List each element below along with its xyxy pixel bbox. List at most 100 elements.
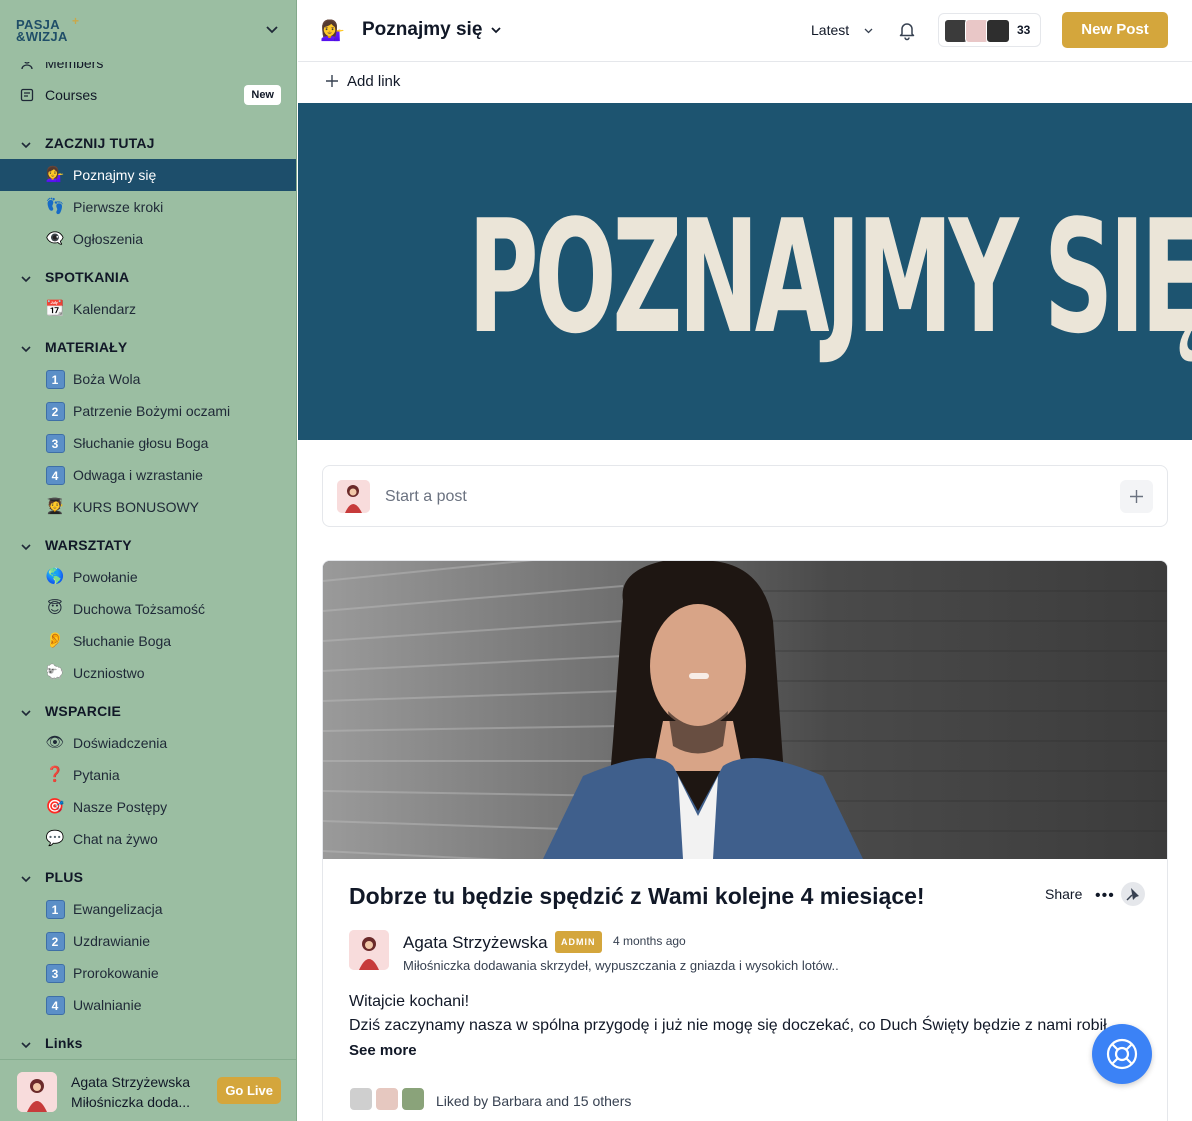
emoji-icon: 👣 xyxy=(45,198,65,215)
emoji-icon: 👁‍🗨 xyxy=(45,230,65,247)
sidebar-section-header[interactable]: WARSZTATY xyxy=(0,531,296,559)
chevron-down-icon xyxy=(20,138,32,150)
courses-icon xyxy=(20,88,34,102)
start-post-placeholder[interactable]: Start a post xyxy=(385,488,467,506)
emoji-icon: 💬 xyxy=(45,830,65,847)
post-body-line: Witajcie kochani! xyxy=(349,993,470,1010)
sidebar-item-label: Duchowa Tożsamość xyxy=(73,601,206,617)
pinned-post-card: Dobrze tu będzie spędzić z Wami kolejne … xyxy=(322,560,1168,1121)
sidebar-user-footer: Agata Strzyżewska Miłośniczka doda... Go… xyxy=(0,1059,296,1121)
sidebar-item[interactable]: 🧑‍🎓 KURS BONUSOWY xyxy=(0,491,296,523)
avatar xyxy=(375,1087,399,1111)
section-title: PLUS xyxy=(45,869,84,885)
number-icon: 3 xyxy=(45,964,65,983)
sidebar-item-label: Odwaga i wzrastanie xyxy=(73,467,203,483)
chevron-down-icon xyxy=(20,1038,32,1050)
sidebar-scroll-area: Members Courses New ZACZNIJ TUTAJ 💁‍♀️ Poznaj… xyxy=(0,0,296,1058)
sidebar-item[interactable]: 🎯 Nasze Postępy xyxy=(0,791,296,823)
sidebar-item-label: Pierwsze kroki xyxy=(73,199,164,215)
emoji-icon: 🧑‍🎓 xyxy=(45,498,65,515)
sidebar-item[interactable]: 👁 Doświadczenia xyxy=(0,727,296,759)
section-title: WSPARCIE xyxy=(45,703,122,719)
see-more-link[interactable]: See more xyxy=(349,1042,417,1059)
post-composer[interactable]: Start a post xyxy=(322,465,1168,527)
sidebar-item-label: Poznajmy się xyxy=(73,167,157,183)
sidebar-item-label: Uczniostwo xyxy=(73,665,145,681)
chevron-down-icon[interactable] xyxy=(490,24,502,36)
post-timestamp[interactable]: 4 months ago xyxy=(613,934,686,948)
sidebar-item-label: Chat na żywo xyxy=(73,831,158,847)
sidebar-item[interactable]: 1 Ewangelizacja xyxy=(0,893,296,925)
sidebar-item[interactable]: 2 Patrzenie Bożymi oczami xyxy=(0,395,296,427)
sidebar-section-header[interactable]: Links xyxy=(0,1029,296,1057)
bell-icon[interactable] xyxy=(896,19,918,41)
number-icon: 1 xyxy=(45,370,65,389)
sidebar-item[interactable]: 💬 Chat na żywo xyxy=(0,823,296,855)
sidebar-item[interactable]: 1 Boża Wola xyxy=(0,363,296,395)
sidebar-item-label: KURS BONUSOWY xyxy=(73,499,200,515)
post-cover-image[interactable] xyxy=(323,561,1167,859)
footer-user-subtitle: Miłośniczka doda... xyxy=(71,1094,191,1110)
emoji-icon: 👂 xyxy=(45,632,65,649)
sidebar-section-header[interactable]: SPOTKANIA xyxy=(0,263,296,291)
sidebar-item-courses[interactable]: Courses New xyxy=(0,79,296,111)
author-bio: Miłośniczka dodawania skrzydeł, wypuszcz… xyxy=(403,958,839,973)
post-title[interactable]: Dobrze tu będzie spędzić z Wami kolejne … xyxy=(349,883,925,910)
space-header: 💁‍♀️ Poznajmy się Latest 33 New Post xyxy=(298,0,1192,62)
chevron-down-icon xyxy=(20,872,32,884)
sidebar-item-label: Uwalnianie xyxy=(73,997,142,1013)
chevron-down-icon[interactable] xyxy=(265,22,279,36)
plus-icon xyxy=(1130,490,1143,503)
sidebar-item[interactable]: 😇 Duchowa Tożsamość xyxy=(0,593,296,625)
sidebar-item[interactable]: 🐑 Uczniostwo xyxy=(0,657,296,689)
emoji-icon: 👁 xyxy=(45,734,65,751)
sidebar-item[interactable]: 💁‍♀️ Poznajmy się xyxy=(0,159,296,191)
share-button[interactable]: Share xyxy=(1045,886,1082,902)
sidebar-section-header[interactable]: MATERIAŁY xyxy=(0,333,296,361)
chevron-down-icon[interactable] xyxy=(864,26,873,35)
section-title: SPOTKANIA xyxy=(45,269,130,285)
sidebar-item[interactable]: 4 Uwalnianie xyxy=(0,989,296,1021)
sidebar-item[interactable]: 🌎 Powołanie xyxy=(0,561,296,593)
sidebar-section-header[interactable]: PLUS xyxy=(0,863,296,891)
footer-user-name[interactable]: Agata Strzyżewska xyxy=(71,1074,190,1090)
page-title[interactable]: Poznajmy się xyxy=(362,19,482,41)
sidebar-section-header[interactable]: WSPARCIE xyxy=(0,697,296,725)
sort-dropdown[interactable]: Latest xyxy=(811,22,849,38)
emoji-icon: 💁‍♀️ xyxy=(45,166,65,183)
avatar[interactable] xyxy=(17,1072,57,1112)
sidebar-item-label: Prorokowanie xyxy=(73,965,159,981)
go-live-button[interactable]: Go Live xyxy=(217,1077,281,1104)
sidebar-item-label: Słuchanie Boga xyxy=(73,633,172,649)
avatar xyxy=(349,1087,373,1111)
lifebuoy-icon xyxy=(1106,1038,1138,1070)
sidebar-item[interactable]: 📆 Kalendarz xyxy=(0,293,296,325)
pin-icon[interactable] xyxy=(1121,882,1145,906)
liked-by-text[interactable]: Liked by Barbara and 15 others xyxy=(436,1093,631,1109)
chevron-down-icon xyxy=(20,706,32,718)
sidebar-item[interactable]: 3 Słuchanie głosu Boga xyxy=(0,427,296,459)
members-avatars-button[interactable]: 33 xyxy=(938,13,1041,47)
sidebar-header: PASJA &WIZJA + xyxy=(0,0,296,62)
more-options-icon[interactable]: ••• xyxy=(1095,888,1115,904)
chevron-down-icon xyxy=(20,540,32,552)
sidebar-item[interactable]: 👂 Słuchanie Boga xyxy=(0,625,296,657)
sidebar-section-header[interactable]: ZACZNIJ TUTAJ xyxy=(0,129,296,157)
sidebar-item-label: Słuchanie głosu Boga xyxy=(73,435,209,451)
help-lifebuoy-button[interactable] xyxy=(1092,1024,1152,1084)
post-author-name[interactable]: Agata Strzyżewska xyxy=(403,933,548,953)
avatar[interactable] xyxy=(349,930,389,970)
sidebar-item-label: Kalendarz xyxy=(73,301,137,317)
number-icon: 2 xyxy=(45,932,65,951)
sidebar-item[interactable]: 4 Odwaga i wzrastanie xyxy=(0,459,296,491)
number-icon: 3 xyxy=(45,434,65,453)
sidebar-item[interactable]: 👁‍🗨 Ogłoszenia xyxy=(0,223,296,255)
community-logo[interactable]: PASJA &WIZJA + xyxy=(16,15,79,43)
sidebar-item[interactable]: 👣 Pierwsze kroki xyxy=(0,191,296,223)
new-post-button[interactable]: New Post xyxy=(1062,12,1168,48)
sidebar-item[interactable]: 2 Uzdrawianie xyxy=(0,925,296,957)
add-attachment-button[interactable] xyxy=(1120,480,1153,513)
sidebar-item-label: Uzdrawianie xyxy=(73,933,151,949)
sidebar-item[interactable]: ❓ Pytania xyxy=(0,759,296,791)
sidebar-item[interactable]: 3 Prorokowanie xyxy=(0,957,296,989)
